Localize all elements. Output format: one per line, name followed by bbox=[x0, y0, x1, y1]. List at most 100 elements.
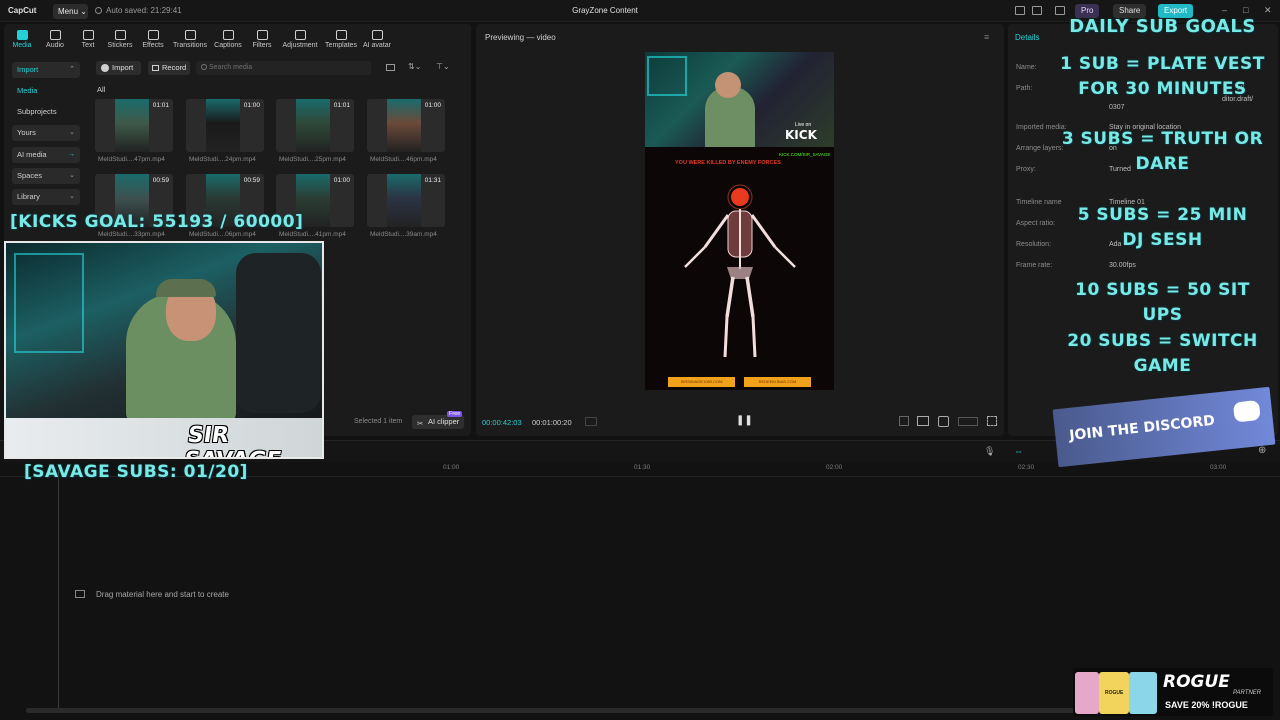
rogue-sponsor: ROGUE ROGUE PARTNER SAVE 20% !ROGUE bbox=[1073, 668, 1273, 716]
ai-avatar-icon bbox=[371, 30, 383, 40]
tab-label: Captions bbox=[214, 42, 242, 49]
fullscreen-icon[interactable] bbox=[987, 416, 997, 426]
sort-icon[interactable]: ⇅⌄ bbox=[408, 62, 421, 71]
kick-logo: KICK bbox=[785, 128, 817, 142]
rogue-promo: SAVE 20% !ROGUE bbox=[1165, 700, 1248, 710]
film-icon bbox=[75, 590, 85, 598]
tab-audio[interactable]: Audio bbox=[37, 30, 73, 49]
tab-stickers[interactable]: Stickers bbox=[102, 30, 138, 49]
discord-icon bbox=[1232, 399, 1261, 423]
ai-clipper-button[interactable]: ✂ AI clipper bbox=[412, 415, 464, 429]
import-label: Import bbox=[112, 63, 134, 72]
rogue-can-3 bbox=[1129, 672, 1157, 714]
media-thumbnail[interactable]: 01:00 bbox=[367, 99, 445, 152]
search-input[interactable]: Search media bbox=[196, 61, 371, 75]
timeline-view-icon[interactable] bbox=[585, 417, 597, 426]
goal-line: 5 SUBS = 25 MIN bbox=[1077, 205, 1248, 225]
zoom-fit-icon[interactable] bbox=[938, 416, 949, 427]
captions-icon bbox=[222, 30, 234, 40]
adjustment-icon bbox=[294, 30, 306, 40]
rogue-partner: PARTNER bbox=[1233, 690, 1262, 696]
link-icon[interactable]: ⇔ bbox=[1014, 446, 1023, 456]
tab-filters[interactable]: Filters bbox=[244, 30, 280, 49]
goal-line: GAME bbox=[1133, 356, 1192, 376]
time-total: 00:01:00:20 bbox=[532, 418, 572, 427]
goal-line: DARE bbox=[1135, 154, 1190, 174]
sidebar-item-yours[interactable]: Yours ⌄ bbox=[12, 125, 80, 141]
goal-line: 10 SUBS = 50 SIT UPS bbox=[1075, 280, 1250, 325]
promo-button-1: SIRSAVAGE1080.COM bbox=[668, 377, 735, 387]
media-thumbnail[interactable]: 01:01 bbox=[276, 99, 354, 152]
aspect-ratio-icon[interactable] bbox=[958, 417, 978, 426]
microphone-icon[interactable]: 🎙 bbox=[984, 446, 995, 457]
selected-count: Selected 1 item bbox=[354, 418, 403, 425]
sidebar-item-import[interactable]: Import ⌃ bbox=[12, 62, 80, 78]
tab-label: Adjustment bbox=[282, 42, 318, 49]
preview-header: Previewing — video bbox=[485, 33, 556, 42]
tab-transitions[interactable]: Transitions bbox=[170, 30, 210, 49]
savage-subs-overlay: [SAVAGE SUBS: 01/20] bbox=[24, 462, 248, 482]
media-filename: MeldStudi....39am.mp4 bbox=[370, 231, 437, 238]
import-button[interactable]: Import bbox=[96, 61, 141, 75]
tab-media[interactable]: Media bbox=[4, 30, 40, 49]
menu-label: Menu bbox=[58, 7, 79, 16]
timeline-scrollbar[interactable] bbox=[26, 708, 1256, 713]
quality-icon[interactable] bbox=[917, 416, 929, 426]
tab-label: Text bbox=[81, 42, 95, 49]
webcam-name: SIR SAVAGE bbox=[182, 423, 283, 457]
tab-templates[interactable]: Templates bbox=[323, 30, 359, 49]
sidebar-item-ai-media[interactable]: AI media → bbox=[12, 147, 80, 163]
app-logo: CapCut bbox=[8, 6, 37, 15]
promo-button-2: REDEEM BIAS.COM bbox=[744, 377, 811, 387]
search-icon bbox=[201, 64, 207, 70]
ratio-icon[interactable] bbox=[899, 416, 909, 426]
sidebar-label: Subprojects bbox=[17, 107, 57, 116]
tab-captions[interactable]: Captions bbox=[210, 30, 246, 49]
pause-icon[interactable]: ❚❚ bbox=[736, 415, 753, 426]
sidebar-item-spaces[interactable]: Spaces ⌄ bbox=[12, 168, 80, 184]
media-filename: MeldStudi....46pm.mp4 bbox=[370, 156, 437, 163]
sidebar-label: Media bbox=[17, 86, 38, 95]
detail-label: Resolution: bbox=[1016, 241, 1052, 248]
tab-label: AI avatar bbox=[362, 42, 391, 49]
rogue-can-1 bbox=[1075, 672, 1099, 714]
menu-button[interactable]: Menu ⌄ bbox=[53, 4, 88, 19]
media-thumbnail[interactable]: 01:00 bbox=[186, 99, 264, 152]
sidebar-label: Library bbox=[17, 192, 40, 201]
layout-icon[interactable] bbox=[1015, 6, 1025, 15]
preview-menu-icon[interactable]: ≡ bbox=[984, 32, 989, 42]
ruler-tick-label: 03:00 bbox=[1210, 464, 1227, 471]
tab-effects[interactable]: Effects bbox=[135, 30, 171, 49]
discord-label: JOIN THE DISCORD bbox=[1068, 412, 1216, 444]
tab-label: Media bbox=[12, 42, 32, 49]
media-thumbnail[interactable]: 01:01 bbox=[95, 99, 173, 152]
sidebar-label: Spaces bbox=[17, 171, 43, 180]
grid-view-icon[interactable] bbox=[386, 64, 395, 71]
text-icon bbox=[82, 30, 94, 40]
shortcuts-icon[interactable] bbox=[1032, 6, 1042, 15]
media-filename: MeldStudi....06pm.mp4 bbox=[189, 231, 256, 238]
tab-adjustment[interactable]: Adjustment bbox=[280, 30, 320, 49]
chevron-down-icon: ⌄ bbox=[69, 172, 75, 179]
detail-label: Imported media: bbox=[1016, 124, 1067, 131]
sidebar-item-subprojects[interactable]: Subprojects bbox=[12, 104, 80, 120]
filter-icon[interactable]: ⊤⌄ bbox=[436, 62, 450, 71]
tab-ai-avatar[interactable]: AI avatar bbox=[359, 30, 395, 49]
filter-all-label[interactable]: All bbox=[97, 85, 105, 94]
media-duration: 01:01 bbox=[333, 102, 350, 109]
detail-label: Path: bbox=[1016, 85, 1033, 92]
media-thumbnail[interactable]: 01:31 bbox=[367, 174, 445, 227]
media-duration: 00:59 bbox=[152, 177, 169, 184]
tab-text[interactable]: Text bbox=[70, 30, 106, 49]
zoom-in-icon[interactable]: ⊕ bbox=[1258, 445, 1266, 456]
tab-label: Filters bbox=[252, 42, 272, 49]
plus-icon bbox=[101, 64, 109, 72]
record-button[interactable]: Record bbox=[148, 61, 190, 75]
close-icon[interactable]: ✕ bbox=[1264, 5, 1272, 16]
media-duration: 01:01 bbox=[152, 102, 169, 109]
templates-icon bbox=[335, 30, 347, 40]
chair-shape bbox=[236, 253, 321, 413]
sidebar-item-library[interactable]: Library ⌄ bbox=[12, 189, 80, 205]
thumbnail-image bbox=[206, 99, 240, 152]
sidebar-item-media[interactable]: Media bbox=[12, 83, 80, 99]
